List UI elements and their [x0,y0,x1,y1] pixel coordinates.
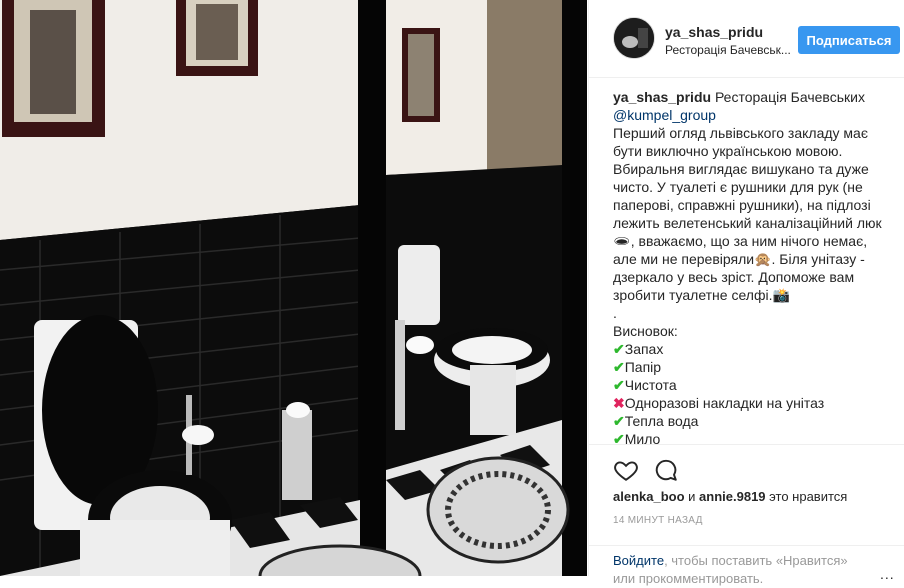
avatar-image [614,18,654,58]
caption-line: дзеркало у весь зріст. Допоможе вам [613,269,855,285]
check-icon: ✔ [613,413,625,429]
more-options-icon[interactable]: ... [880,566,895,582]
caption-line: зробити туалетне селфі.📸 [613,287,790,303]
caption-first-line: ya_shas_pridu Ресторація Бачевських [613,88,885,106]
follow-button[interactable]: Подписаться [798,26,900,54]
likes-line: alenka_boo и annie.9819 это нравится [613,489,847,504]
caption-line: чисто. У туалеті є рушники для рук (не [613,179,863,195]
login-prompt: Войдите, чтобы поставить «Нравится» или … [613,552,873,588]
post-sidebar: ya_shas_pridu Ресторація Бачевськ... Под… [588,0,904,586]
login-prompt-text: , чтобы поставить «Нравится» [664,553,848,568]
login-link[interactable]: Войдите [613,553,664,568]
check-icon: ✔ [613,341,625,357]
comment-icon[interactable] [653,457,679,483]
header-location[interactable]: Ресторація Бачевськ... [665,43,791,57]
bathroom-photo [0,0,587,576]
caption-line: . [613,305,617,321]
check-icon: ✔ [613,359,625,375]
like-user-1[interactable]: alenka_boo [613,489,685,504]
checklist-item: ✔Мило [613,430,885,444]
header-username[interactable]: ya_shas_pridu [665,24,763,40]
caption-line: але ми не перевіряли🙊. Біля унітазу - [613,251,865,267]
caption-line: бути виключно українською мовою. [613,143,843,159]
caption-line: Перший огляд львівського закладу має [613,125,868,141]
caption-line: паперові, справжні рушники), на підлозі [613,197,871,213]
avatar[interactable] [613,17,655,59]
post-header: ya_shas_pridu Ресторація Бачевськ... Под… [589,0,904,78]
checklist-item: ✖Одноразові накладки на унітаз [613,394,885,412]
caption-username[interactable]: ya_shas_pridu [613,89,711,105]
heart-icon[interactable] [613,457,639,483]
caption-mention[interactable]: @kumpel_group [613,106,885,124]
likes-and: и [688,489,696,504]
caption-line: лежить велетенський каналізаційний люк [613,215,882,231]
caption-line: Вбиральня виглядає вишукано та дуже [613,161,869,177]
check-icon: ✔ [613,431,625,444]
post-timestamp[interactable]: 14 МИНУТ НАЗАД [613,515,703,526]
cross-icon: ✖ [613,395,625,411]
caption: ya_shas_pridu Ресторація Бачевських @kum… [613,88,885,444]
checklist-item: ✔Папір [613,358,885,376]
checklist-item: ✔Чистота [613,376,885,394]
checklist-text: Тепла вода [624,413,699,429]
checklist-item: ✔Тепла вода [613,412,885,430]
checklist-item: ✔Запах [613,340,885,358]
caption-location-text: Ресторація Бачевських [714,89,865,105]
post-actions: alenka_boo и annie.9819 это нравится 14 … [589,444,904,586]
checklist-text: Чистота [624,377,677,393]
checklist-text: Мило [624,431,661,444]
like-user-2[interactable]: annie.9819 [699,489,766,504]
caption-line: 🕳, вважаємо, що за ним нічого немає, [613,233,868,249]
check-icon: ✔ [613,377,625,393]
post-photo[interactable] [0,0,587,576]
checklist-text: Папір [624,359,662,375]
login-prompt-text-2: или прокомментировать. [613,571,764,586]
checklist-text: Запах [624,341,664,357]
likes-suffix: это нравится [769,489,848,504]
checklist-text: Одноразові накладки на унітаз [624,395,825,411]
caption-line: Висновок: [613,323,678,339]
